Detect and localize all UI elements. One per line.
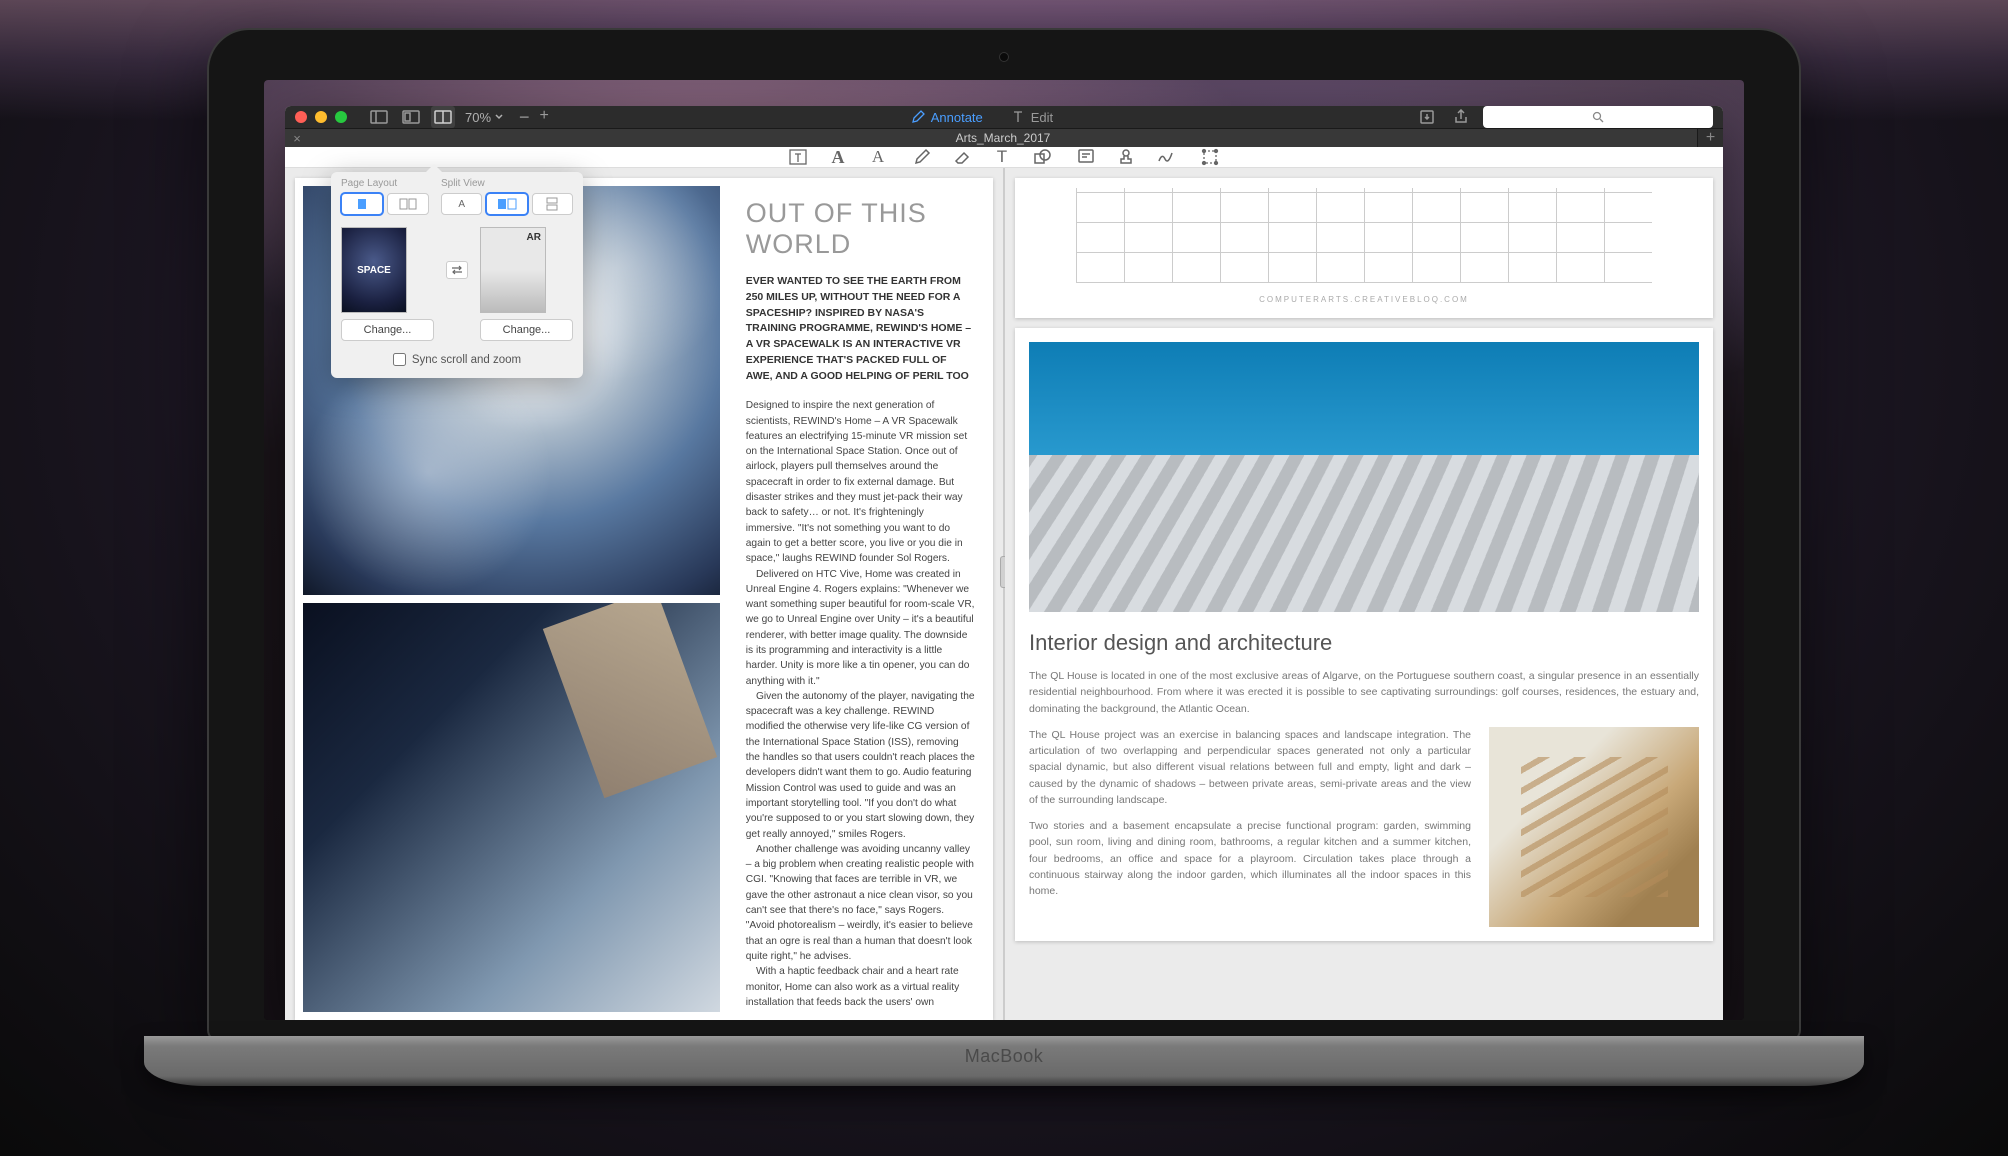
staircase-image — [1489, 727, 1699, 927]
article-lede: EVER WANTED TO SEE THE EARTH FROM 250 MI… — [746, 274, 975, 384]
eraser-icon[interactable] — [952, 147, 972, 167]
search-input[interactable] — [1483, 106, 1713, 128]
close-tab-button[interactable]: × — [285, 129, 309, 147]
right-document-page-top: COMPUTERARTS.CREATIVEBLOQ.COM — [1015, 178, 1713, 318]
shapes-icon[interactable] — [1032, 147, 1052, 167]
font-regular-icon[interactable]: A — [868, 147, 888, 167]
architecture-photo — [1029, 342, 1699, 612]
text-tool-icon[interactable]: T — [992, 147, 1012, 167]
left-doc-thumbnail: SPACE — [341, 227, 407, 313]
article-body-p3: Given the autonomy of the player, naviga… — [746, 689, 975, 842]
architecture-para1: The QL House is located in one of the mo… — [1029, 668, 1699, 717]
import-icon[interactable] — [1415, 106, 1439, 128]
architecture-elevation-drawing — [1076, 188, 1652, 283]
split-view-popover: Page Layout — [331, 172, 583, 378]
page-caption: COMPUTERARTS.CREATIVEBLOQ.COM — [1025, 295, 1703, 304]
window-controls — [295, 111, 347, 123]
share-icon[interactable] — [1449, 106, 1473, 128]
laptop-base: MacBook — [144, 1036, 1864, 1086]
right-pane[interactable]: COMPUTERARTS.CREATIVEBLOQ.COM Interior d… — [1005, 168, 1723, 1020]
font-bold-icon[interactable]: A — [828, 147, 848, 167]
article-body-p5: With a haptic feedback chair and a heart… — [746, 964, 975, 1010]
double-page-layout-button[interactable] — [387, 193, 429, 215]
screen-bezel: 70% − + Annotate Edit — [209, 30, 1799, 1040]
article-title: OUT OF THIS WORLD — [746, 198, 975, 260]
tab-bar: × Arts_March_2017 + — [285, 128, 1723, 147]
annotate-mode-button[interactable]: Annotate — [911, 110, 983, 125]
selection-icon[interactable] — [1200, 147, 1220, 167]
fullscreen-button[interactable] — [335, 111, 347, 123]
laptop-frame: 70% − + Annotate Edit — [144, 30, 1864, 1130]
page-layout-heading: Page Layout — [341, 178, 429, 189]
zoom-value: 70% — [465, 110, 491, 125]
architecture-title: Interior design and architecture — [1029, 630, 1699, 656]
screen: 70% − + Annotate Edit — [264, 80, 1744, 1020]
edit-mode-button[interactable]: Edit — [1011, 110, 1053, 125]
titlebar: 70% − + Annotate Edit — [285, 106, 1723, 128]
split-view-heading: Split View — [441, 178, 573, 189]
add-tab-button[interactable]: + — [1697, 129, 1723, 147]
sync-scroll-checkbox[interactable] — [393, 353, 406, 366]
right-document-page-bottom: Interior design and architecture The QL … — [1015, 328, 1713, 941]
split-horizontal-button[interactable] — [486, 193, 527, 215]
zoom-in-button[interactable]: + — [540, 107, 549, 128]
sidebar-toggle-icon[interactable] — [367, 106, 391, 128]
signature-icon[interactable] — [1156, 147, 1176, 167]
change-left-doc-button[interactable]: Change... — [341, 319, 434, 341]
split-view-icon[interactable] — [431, 106, 455, 128]
close-button[interactable] — [295, 111, 307, 123]
app-window: 70% − + Annotate Edit — [285, 106, 1723, 1020]
document-view: OUT OF THIS WORLD EVER WANTED TO SEE THE… — [285, 168, 1723, 1020]
edit-label: Edit — [1031, 110, 1053, 125]
split-none-button[interactable]: A — [441, 193, 482, 215]
note-icon[interactable] — [1076, 147, 1096, 167]
right-doc-thumbnail: AR — [480, 227, 546, 313]
tab-title[interactable]: Arts_March_2017 — [309, 129, 1697, 147]
architecture-para2: The QL House project was an exercise in … — [1029, 727, 1471, 808]
swap-documents-button[interactable] — [446, 261, 468, 279]
laptop-brand: MacBook — [965, 1046, 1044, 1067]
single-page-layout-button[interactable] — [341, 193, 383, 215]
split-vertical-button[interactable] — [532, 193, 573, 215]
zoom-out-button[interactable]: − — [519, 107, 530, 128]
sync-scroll-label: Sync scroll and zoom — [412, 354, 521, 366]
article-body-p4: Another challenge was avoiding uncanny v… — [746, 842, 975, 964]
annotate-label: Annotate — [931, 110, 983, 125]
annotation-toolbar: A A T — [285, 147, 1723, 168]
text-style-icon[interactable] — [788, 147, 808, 167]
change-right-doc-button[interactable]: Change... — [480, 319, 573, 341]
minimize-button[interactable] — [315, 111, 327, 123]
zoom-dropdown[interactable]: 70% — [465, 110, 503, 125]
pen-icon[interactable] — [912, 147, 932, 167]
article-body-p2: Delivered on HTC Vive, Home was created … — [746, 567, 975, 689]
camera — [999, 52, 1009, 62]
stamp-icon[interactable] — [1116, 147, 1136, 167]
architecture-para3: Two stories and a basement encapsulate a… — [1029, 818, 1471, 899]
earth-satellite-image — [303, 603, 720, 1012]
page-layout-icon[interactable] — [399, 106, 423, 128]
article-body-p1: Designed to inspire the next generation … — [746, 398, 975, 566]
